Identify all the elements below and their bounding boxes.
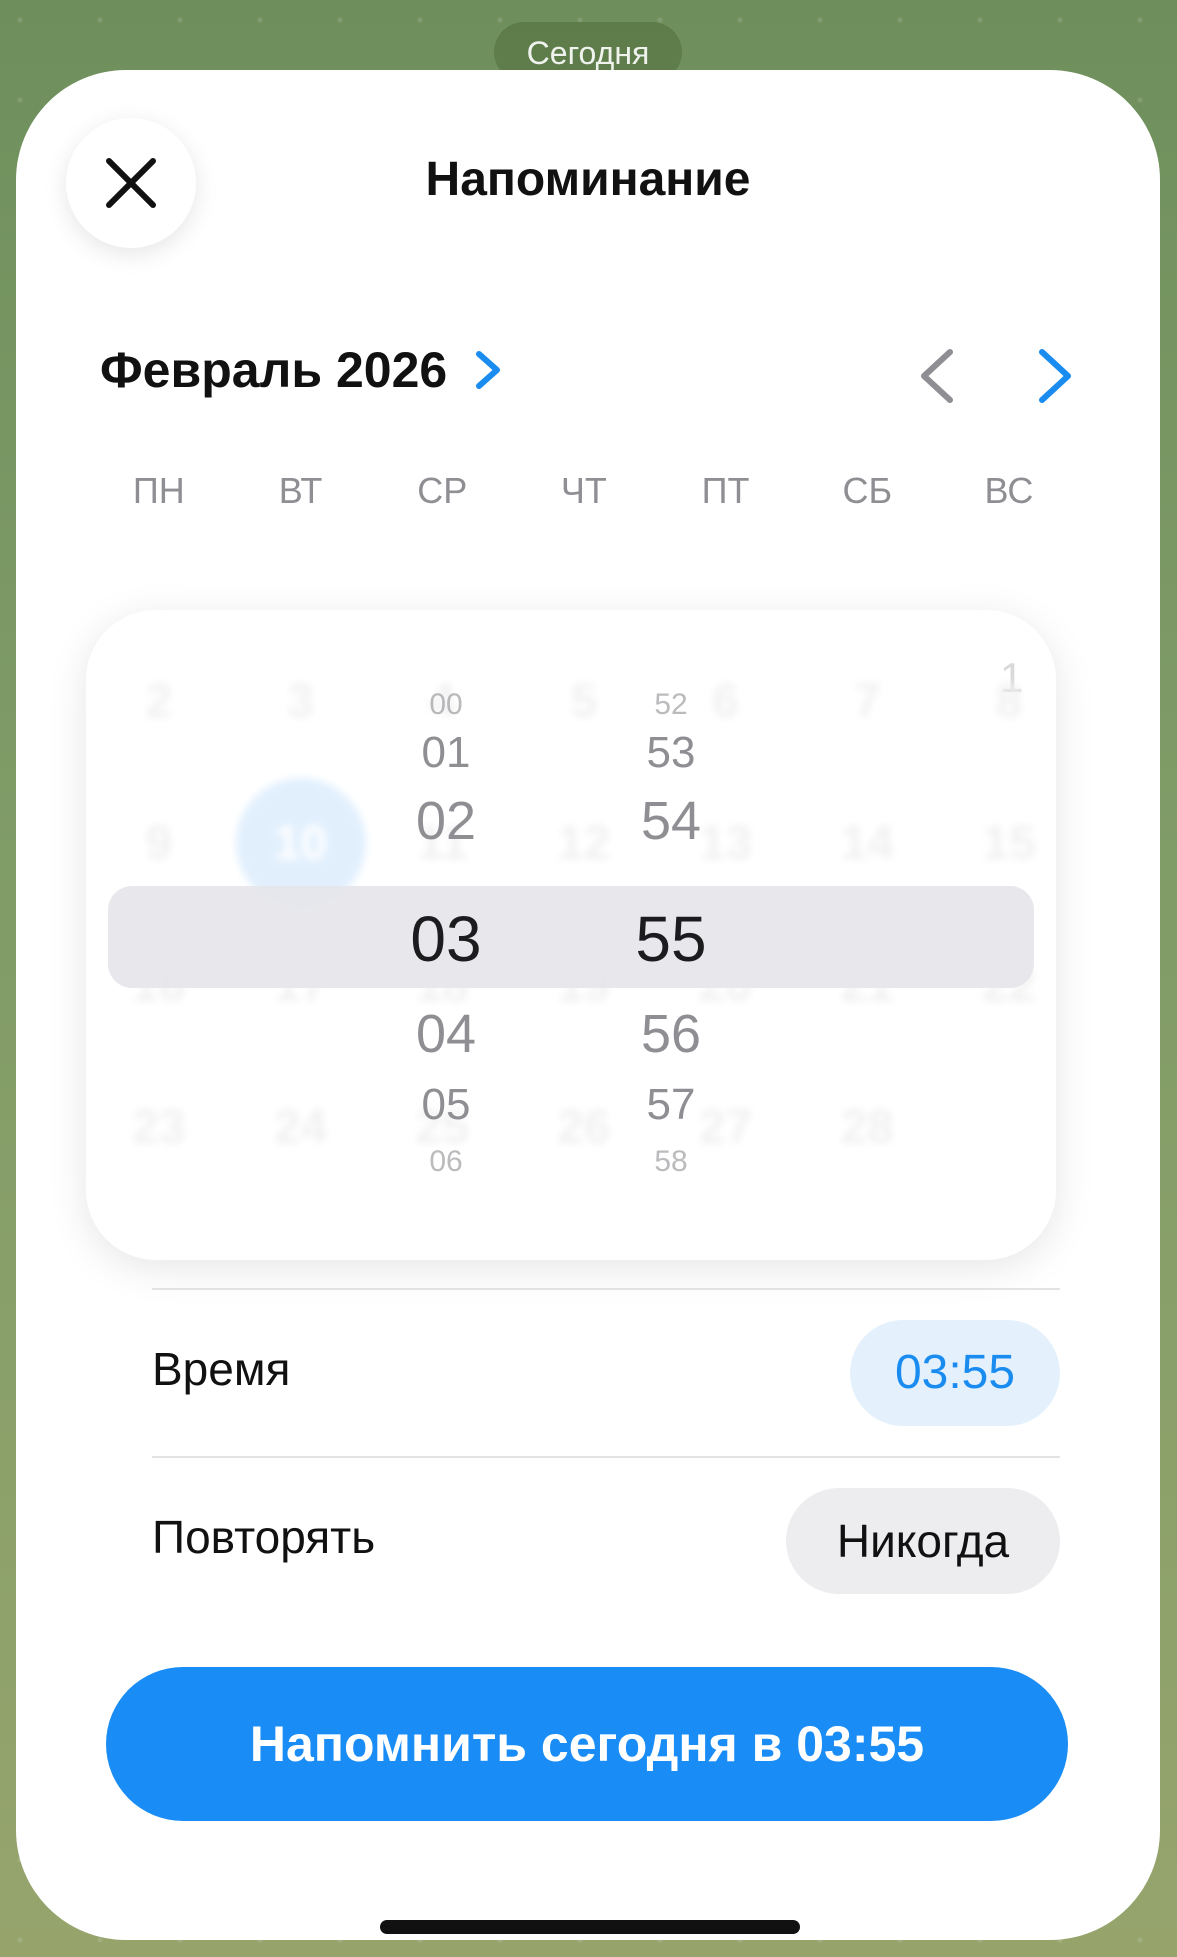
previous-month-button[interactable]	[916, 348, 956, 409]
weekday-label: СБ	[842, 470, 893, 511]
minute-option[interactable]: 57	[586, 1080, 756, 1130]
chevron-right-icon	[1039, 349, 1071, 403]
weekday-header: ПН ВТ СР ЧТ ПТ СБ ВС	[88, 470, 1080, 512]
weekday-label: ПН	[132, 470, 185, 511]
weekday-label: ВТ	[278, 470, 323, 511]
minute-wheel[interactable]: 52 53 54 55 56 57 58	[586, 610, 756, 1260]
minute-option[interactable]: 58	[586, 1145, 756, 1179]
weekday-label: ЧТ	[560, 470, 607, 511]
minute-option-selected[interactable]: 55	[586, 902, 756, 976]
next-month-button[interactable]	[1036, 348, 1076, 409]
hour-option[interactable]: 04	[361, 1003, 531, 1065]
minute-option[interactable]: 52	[586, 688, 756, 722]
reminder-sheet: Напоминание Февраль 2026 ПН ВТ СР ЧТ ПТ …	[16, 70, 1160, 1940]
weekday-label: ПТ	[701, 470, 750, 511]
hour-option[interactable]: 00	[361, 688, 531, 722]
minute-option[interactable]: 53	[586, 728, 756, 778]
repeat-label: Повторять	[152, 1511, 376, 1563]
weekday-label: СР	[417, 470, 468, 511]
minute-option[interactable]: 56	[586, 1003, 756, 1065]
divider	[152, 1456, 1060, 1458]
picker-selection-band	[108, 886, 1034, 988]
hour-wheel[interactable]: 00 01 02 03 04 05 06	[361, 610, 531, 1260]
repeat-value-button[interactable]: Никогда	[786, 1488, 1060, 1594]
chevron-left-icon	[921, 349, 953, 403]
hour-option-selected[interactable]: 03	[361, 902, 531, 976]
time-value-button[interactable]: 03:55	[850, 1320, 1060, 1426]
hour-option[interactable]: 02	[361, 790, 531, 852]
sheet-title: Напоминание	[425, 153, 751, 206]
month-label: Февраль 2026	[100, 342, 448, 398]
minute-option[interactable]: 54	[586, 790, 756, 852]
hour-option[interactable]: 05	[361, 1080, 531, 1130]
month-selector[interactable]: Февраль 2026	[100, 340, 501, 400]
divider	[152, 1288, 1060, 1290]
hour-option[interactable]: 01	[361, 728, 531, 778]
hour-option[interactable]: 06	[361, 1145, 531, 1179]
set-reminder-button[interactable]: Напомнить сегодня в 03:55	[106, 1667, 1068, 1821]
weekday-label: ВС	[984, 470, 1034, 511]
time-picker-popover: 00 01 02 03 04 05 06 52 53 54 55 56 57 5…	[86, 610, 1056, 1260]
chevron-right-icon	[475, 350, 501, 390]
time-label: Время	[152, 1343, 291, 1395]
home-indicator	[380, 1920, 800, 1934]
